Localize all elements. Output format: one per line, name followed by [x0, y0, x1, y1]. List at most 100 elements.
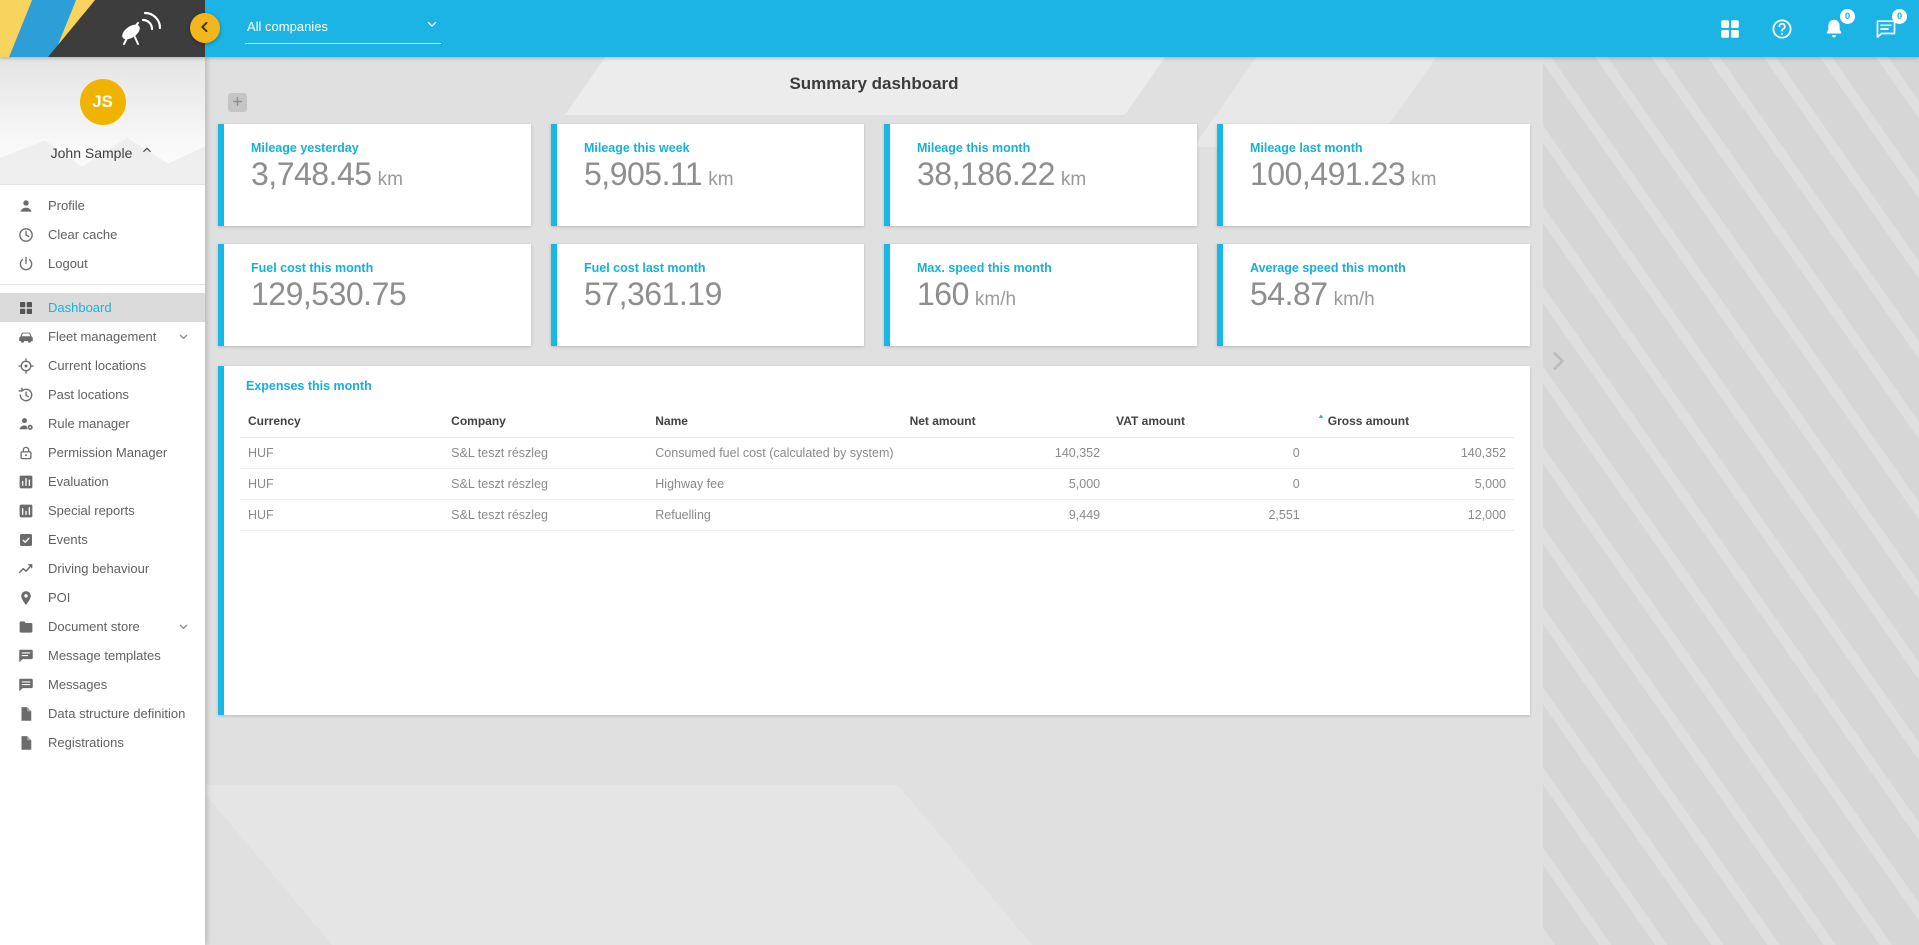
stat-card-mileage-last-month: Mileage last month 100,491.23km	[1217, 124, 1530, 226]
sidebar-item-data-structure-definition[interactable]: Data structure definition	[0, 699, 205, 728]
trend-line-icon	[17, 560, 35, 578]
stat-unit: km	[1061, 169, 1086, 191]
stat-card-mileage-this-week: Mileage this week 5,905.11km	[551, 124, 864, 226]
notifications-bell-icon[interactable]: 0	[1821, 16, 1847, 42]
help-icon[interactable]	[1769, 16, 1795, 42]
profile-header: JS John Sample	[0, 57, 205, 185]
table-row: HUF S&L teszt részleg Consumed fuel cost…	[240, 438, 1514, 469]
column-header-currency[interactable]: Currency	[240, 404, 443, 438]
sidebar-item-driving-behaviour[interactable]: Driving behaviour	[0, 554, 205, 583]
chevron-up-icon	[140, 143, 154, 162]
sidebar-item-permission-manager[interactable]: Permission Manager	[0, 438, 205, 467]
user-name: John Sample	[51, 145, 133, 161]
sidebar-item-clear-cache[interactable]: Clear cache	[0, 220, 205, 249]
document-icon	[17, 705, 35, 723]
scroll-right-button[interactable]	[1541, 345, 1575, 379]
lock-icon	[17, 444, 35, 462]
stat-unit: km	[1411, 169, 1436, 191]
stat-value: 129,530.75	[251, 276, 406, 313]
sort-asc-icon	[1316, 412, 1326, 429]
person-icon	[17, 197, 35, 215]
page-title: Summary dashboard	[218, 74, 1530, 94]
topbar: All companies 0 0	[0, 0, 1919, 57]
stat-value: 3,748.45	[251, 156, 372, 193]
app-logo	[0, 0, 205, 57]
power-icon	[17, 255, 35, 273]
chevron-down-icon	[176, 329, 191, 344]
stat-value: 5,905.11	[584, 156, 702, 193]
sidebar-item-rule-manager[interactable]: Rule manager	[0, 409, 205, 438]
chevron-down-icon	[176, 619, 191, 634]
stat-card-average-speed-this-month: Average speed this month 54.87km/h	[1217, 244, 1530, 346]
sidebar-item-evaluation[interactable]: Evaluation	[0, 467, 205, 496]
stat-value: 54.87	[1250, 276, 1328, 313]
document-icon	[17, 734, 35, 752]
chevron-down-icon	[425, 17, 439, 36]
chat-lines-icon	[17, 647, 35, 665]
table-row: HUF S&L teszt részleg Refuelling 9,449 2…	[240, 500, 1514, 531]
chevron-right-icon	[1543, 346, 1573, 379]
company-select-value: All companies	[247, 19, 328, 34]
column-header-net-amount[interactable]: Net amount	[902, 404, 1109, 438]
main-menu: Dashboard Fleet management Current locat…	[0, 285, 205, 757]
background-pattern	[1543, 57, 1919, 945]
chevron-left-icon	[196, 18, 214, 39]
account-menu: Profile Clear cache Logout	[0, 185, 205, 285]
crosshair-icon	[17, 357, 35, 375]
main-content: Summary dashboard Mileage yesterday 3,74…	[205, 57, 1919, 945]
plus-icon	[231, 95, 244, 111]
sidebar-item-dashboard[interactable]: Dashboard	[0, 293, 205, 322]
stat-unit: km	[378, 169, 403, 191]
sidebar-item-special-reports[interactable]: Special reports	[0, 496, 205, 525]
column-header-vat-amount[interactable]: VAT amount	[1108, 404, 1308, 438]
avatar[interactable]: JS	[80, 79, 126, 125]
car-icon	[17, 328, 35, 346]
map-pin-icon	[17, 589, 35, 607]
stat-card-fuel-cost-last-month: Fuel cost last month 57,361.19	[551, 244, 864, 346]
sidebar-item-logout[interactable]: Logout	[0, 249, 205, 278]
apps-grid-icon[interactable]	[1717, 16, 1743, 42]
sidebar: JS John Sample Profile	[0, 57, 205, 945]
topbar-actions: 0 0	[1717, 16, 1899, 42]
column-header-name[interactable]: Name	[647, 404, 901, 438]
sidebar-item-current-locations[interactable]: Current locations	[0, 351, 205, 380]
user-menu-toggle[interactable]: John Sample	[51, 143, 155, 162]
sidebar-item-past-locations[interactable]: Past locations	[0, 380, 205, 409]
sidebar-item-fleet-management[interactable]: Fleet management	[0, 322, 205, 351]
sidebar-item-message-templates[interactable]: Message templates	[0, 641, 205, 670]
expenses-panel: Expenses this month Currency Company Nam…	[218, 366, 1530, 715]
background-band	[205, 785, 1032, 945]
chat-icon	[17, 676, 35, 694]
stat-cards: Mileage yesterday 3,748.45km Mileage thi…	[218, 124, 1530, 346]
messages-chat-icon[interactable]: 0	[1873, 16, 1899, 42]
stat-card-fuel-cost-this-month: Fuel cost this month 129,530.75	[218, 244, 531, 346]
column-header-company[interactable]: Company	[443, 404, 647, 438]
sidebar-item-messages[interactable]: Messages	[0, 670, 205, 699]
sidebar-item-events[interactable]: Events	[0, 525, 205, 554]
sidebar-item-registrations[interactable]: Registrations	[0, 728, 205, 757]
sidebar-item-document-store[interactable]: Document store	[0, 612, 205, 641]
company-select[interactable]: All companies	[245, 13, 441, 44]
report-chart-icon	[17, 502, 35, 520]
sidebar-item-profile[interactable]: Profile	[0, 191, 205, 220]
column-header-gross-amount[interactable]: Gross amount	[1308, 404, 1514, 438]
stat-card-mileage-this-month: Mileage this month 38,186.22km	[884, 124, 1197, 226]
sidebar-item-poi[interactable]: POI	[0, 583, 205, 612]
add-widget-button[interactable]	[228, 93, 247, 112]
stat-unit: km/h	[975, 289, 1016, 311]
stat-value: 160	[917, 276, 969, 313]
expenses-title: Expenses this month	[240, 379, 1514, 393]
table-header-row: Currency Company Name Net amount VAT amo…	[240, 404, 1514, 438]
expenses-table: Currency Company Name Net amount VAT amo…	[240, 404, 1514, 531]
stat-card-max-speed-this-month: Max. speed this month 160km/h	[884, 244, 1197, 346]
stat-value: 100,491.23	[1250, 156, 1405, 193]
satellite-icon	[107, 6, 171, 51]
stat-card-mileage-yesterday: Mileage yesterday 3,748.45km	[218, 124, 531, 226]
app: All companies 0 0	[0, 0, 1919, 945]
stat-unit: km	[708, 169, 733, 191]
sidebar-collapse-button[interactable]	[190, 13, 220, 43]
stat-value: 57,361.19	[584, 276, 722, 313]
bar-chart-icon	[17, 473, 35, 491]
table-row: HUF S&L teszt részleg Highway fee 5,000 …	[240, 469, 1514, 500]
messages-badge: 0	[1892, 9, 1907, 24]
